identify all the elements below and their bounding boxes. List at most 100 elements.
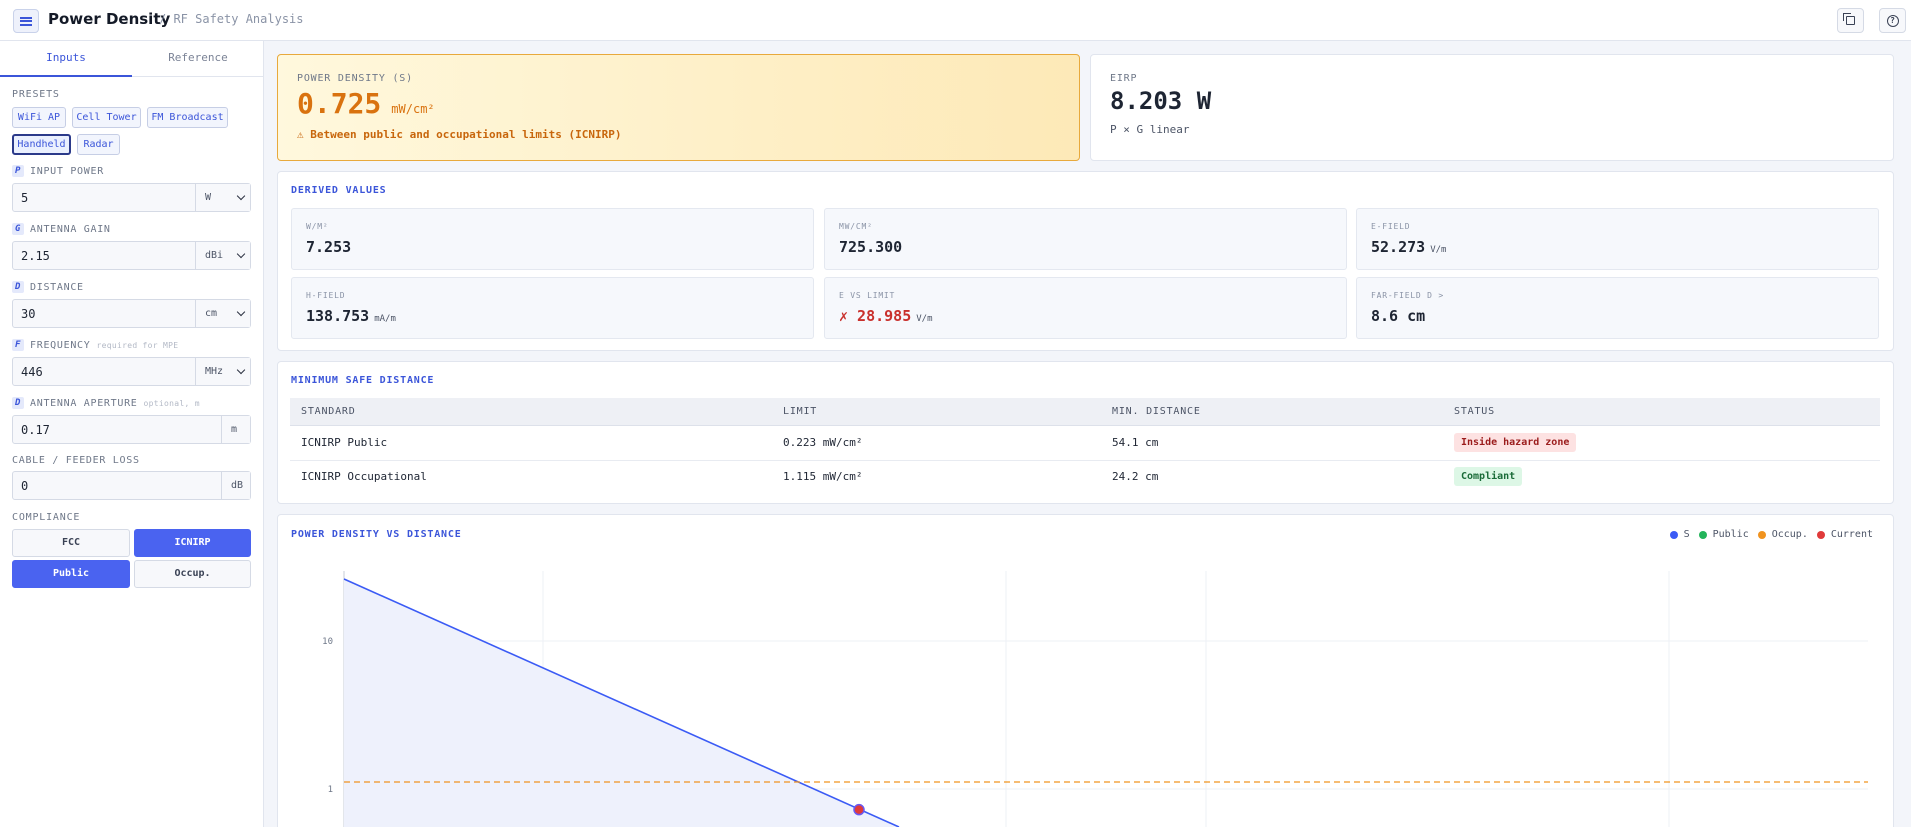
help-icon: ? — [1886, 14, 1899, 27]
eirp-card: EIRP 8.203 W P × G linear — [1090, 54, 1894, 161]
cell-limit: 1.115 mW/cm² — [783, 470, 863, 483]
distance-unit-select[interactable]: cm — [195, 300, 250, 327]
label-text: ANTENNA GAIN — [30, 223, 111, 235]
value-text: 7.253 — [306, 238, 352, 256]
frequency-value: 446 — [21, 365, 43, 379]
unit-text: V/m — [1430, 245, 1447, 255]
standard-fcc-button[interactable]: FCC — [12, 529, 130, 557]
value-text: 52.273 — [1371, 238, 1426, 256]
derived-value: 8.6 cm — [1371, 307, 1425, 325]
column-limit: LIMIT — [783, 406, 818, 417]
input-power-label: P INPUT POWER — [12, 165, 104, 177]
derived-value: 725.300 — [839, 238, 902, 256]
derived-label: FAR-FIELD D > — [1371, 291, 1445, 300]
frequency-label: F FREQUENCY required for MPE — [12, 339, 178, 351]
legend-dot — [1816, 530, 1825, 539]
tab-inputs[interactable]: Inputs — [0, 41, 132, 77]
derived-value: ✗ 28.985 V/m — [839, 307, 933, 325]
top-bar: Power Density / RF Safety Analysis ? — [0, 0, 1911, 41]
eirp-value: 8.203 W — [1110, 87, 1212, 115]
legend-item-current: Current — [1816, 529, 1873, 540]
power-density-number: 0.725 — [297, 87, 382, 120]
derived-h-field: H-FIELD 138.753 mA/m — [291, 277, 814, 339]
distance-label: D DISTANCE — [12, 281, 84, 293]
help-button[interactable]: ? — [1879, 8, 1906, 33]
chevron-down-icon — [236, 365, 246, 375]
input-power-unit-select[interactable]: W — [195, 184, 250, 211]
unit-text: V/m — [916, 314, 933, 324]
table-header: STANDARD LIMIT MIN. DISTANCE STATUS — [290, 398, 1880, 426]
antenna-aperture-unit: m — [221, 416, 250, 443]
population-public-button[interactable]: Public — [12, 560, 130, 588]
antenna-gain-value: 2.15 — [21, 249, 50, 263]
tab-reference[interactable]: Reference — [132, 41, 264, 77]
preset-radar[interactable]: Radar — [77, 134, 120, 155]
current-point-marker — [853, 803, 865, 816]
y-tick-label: 1 — [328, 785, 333, 795]
cell-standard: ICNIRP Public — [301, 436, 388, 449]
label-text: FREQUENCY — [30, 339, 91, 351]
menu-button[interactable] — [13, 9, 39, 33]
derived-label: MW/CM² — [839, 222, 873, 231]
value-text: 138.753 — [306, 307, 370, 325]
safe-distance-card: MINIMUM SAFE DISTANCE — [277, 361, 1894, 504]
preset-handheld[interactable]: Handheld — [12, 134, 71, 155]
legend-dot — [1757, 530, 1766, 539]
frequency-unit-select[interactable]: MHz — [195, 358, 250, 385]
antenna-gain-unit-select[interactable]: dBi — [195, 242, 250, 269]
cable-loss-unit: dB — [221, 472, 250, 499]
legend-item-occupational: Occup. — [1757, 529, 1808, 540]
derived-label: W/M² — [306, 222, 329, 231]
input-power-field[interactable]: 5 W — [12, 183, 251, 212]
preset-cell-tower[interactable]: Cell Tower — [72, 107, 141, 128]
variable-tag: F — [12, 339, 24, 351]
cable-loss-field[interactable]: 0 dB — [12, 471, 251, 500]
preset-fm-broadcast[interactable]: FM Broadcast — [147, 107, 228, 128]
column-standard: STANDARD — [301, 406, 356, 417]
power-density-unit: mW/cm² — [391, 102, 435, 116]
power-density-chart: 10 1 — [322, 571, 1868, 827]
antenna-gain-field[interactable]: 2.15 dBi — [12, 241, 251, 270]
row-divider — [290, 460, 1880, 461]
variable-tag: D — [12, 397, 24, 409]
legend-label: Occup. — [1771, 529, 1808, 540]
value-text: 725.300 — [839, 238, 903, 256]
eirp-note: P × G linear — [1110, 123, 1190, 136]
standard-icnirp-button[interactable]: ICNIRP — [134, 529, 251, 557]
variable-tag: P — [12, 165, 24, 177]
status-badge: Compliant — [1454, 467, 1523, 486]
column-status: STATUS — [1454, 406, 1495, 417]
chevron-down-icon — [236, 307, 246, 317]
cable-loss-label: CABLE / FEEDER LOSS — [12, 455, 140, 466]
legend-label: S — [1683, 529, 1690, 540]
frequency-field[interactable]: 446 MHz — [12, 357, 251, 386]
derived-value: 7.253 — [306, 238, 351, 256]
antenna-aperture-field[interactable]: 0.17 m — [12, 415, 251, 444]
legend-item-public: Public — [1698, 529, 1749, 540]
label-text: CABLE / FEEDER LOSS — [12, 455, 140, 466]
frequency-hint: required for MPE — [96, 340, 179, 350]
derived-value: 138.753 mA/m — [306, 307, 396, 325]
sidebar: Inputs Reference PRESETS WiFi AP Cell To… — [0, 41, 264, 827]
antenna-gain-label: G ANTENNA GAIN — [12, 223, 111, 235]
safe-distance-title: MINIMUM SAFE DISTANCE — [291, 375, 435, 386]
derived-far-field: FAR-FIELD D > 8.6 cm — [1356, 277, 1879, 339]
unit-text: cm — [205, 308, 218, 319]
sidebar-tabs: Inputs Reference — [0, 41, 264, 77]
variable-tag: G — [12, 223, 24, 235]
power-density-label: POWER DENSITY (S) — [297, 73, 413, 84]
hamburger-icon — [20, 16, 32, 26]
power-density-value: 0.725 mW/cm² — [297, 87, 435, 120]
unit-text: MHz — [205, 366, 224, 377]
distance-field[interactable]: 30 cm — [12, 299, 251, 328]
page-title: Power Density — [48, 10, 171, 28]
distance-value: 30 — [21, 307, 36, 321]
unit-text: mA/m — [374, 314, 396, 324]
value-text: 8.6 cm — [1371, 307, 1426, 325]
antenna-aperture-value: 0.17 — [21, 423, 50, 437]
preset-wifi-ap[interactable]: WiFi AP — [12, 107, 66, 128]
derived-mwcm2: MW/CM² 725.300 — [824, 208, 1347, 270]
population-occupational-button[interactable]: Occup. — [134, 560, 251, 588]
copy-button[interactable] — [1837, 8, 1864, 33]
cell-limit: 0.223 mW/cm² — [783, 436, 863, 449]
